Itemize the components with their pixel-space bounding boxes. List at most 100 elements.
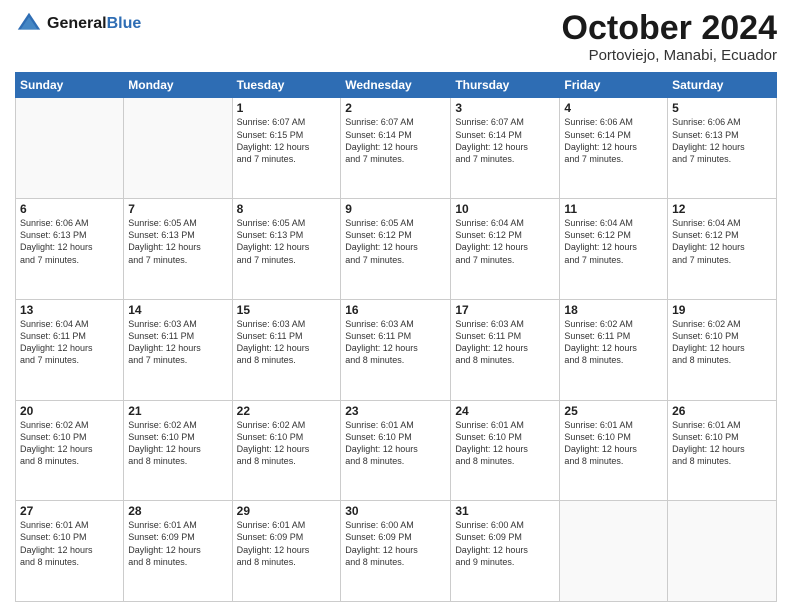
cell-info: Sunrise: 6:02 AM Sunset: 6:10 PM Dayligh… [237,419,337,468]
calendar-cell: 16Sunrise: 6:03 AM Sunset: 6:11 PM Dayli… [341,299,451,400]
calendar-cell: 12Sunrise: 6:04 AM Sunset: 6:12 PM Dayli… [668,199,777,300]
calendar-cell [124,98,232,199]
calendar-cell [560,501,668,602]
calendar-week-2: 6Sunrise: 6:06 AM Sunset: 6:13 PM Daylig… [16,199,777,300]
calendar-cell: 31Sunrise: 6:00 AM Sunset: 6:09 PM Dayli… [451,501,560,602]
cell-info: Sunrise: 6:01 AM Sunset: 6:09 PM Dayligh… [128,519,227,568]
calendar-cell: 20Sunrise: 6:02 AM Sunset: 6:10 PM Dayli… [16,400,124,501]
day-number: 19 [672,303,772,317]
calendar-cell: 4Sunrise: 6:06 AM Sunset: 6:14 PM Daylig… [560,98,668,199]
cell-info: Sunrise: 6:07 AM Sunset: 6:14 PM Dayligh… [455,116,555,165]
calendar-cell: 14Sunrise: 6:03 AM Sunset: 6:11 PM Dayli… [124,299,232,400]
cell-info: Sunrise: 6:05 AM Sunset: 6:12 PM Dayligh… [345,217,446,266]
calendar-cell: 18Sunrise: 6:02 AM Sunset: 6:11 PM Dayli… [560,299,668,400]
calendar-header-thursday: Thursday [451,73,560,98]
cell-info: Sunrise: 6:04 AM Sunset: 6:12 PM Dayligh… [672,217,772,266]
day-number: 3 [455,101,555,115]
calendar-header-sunday: Sunday [16,73,124,98]
day-number: 11 [564,202,663,216]
calendar-cell: 30Sunrise: 6:00 AM Sunset: 6:09 PM Dayli… [341,501,451,602]
day-number: 12 [672,202,772,216]
day-number: 7 [128,202,227,216]
calendar-cell: 23Sunrise: 6:01 AM Sunset: 6:10 PM Dayli… [341,400,451,501]
calendar-cell: 1Sunrise: 6:07 AM Sunset: 6:15 PM Daylig… [232,98,341,199]
logo-text: GeneralBlue [47,15,141,33]
cell-info: Sunrise: 6:00 AM Sunset: 6:09 PM Dayligh… [345,519,446,568]
day-number: 4 [564,101,663,115]
day-number: 15 [237,303,337,317]
page: GeneralBlue October 2024 Portoviejo, Man… [0,0,792,612]
day-number: 31 [455,504,555,518]
calendar-header-row: SundayMondayTuesdayWednesdayThursdayFrid… [16,73,777,98]
calendar-week-4: 20Sunrise: 6:02 AM Sunset: 6:10 PM Dayli… [16,400,777,501]
calendar-cell: 17Sunrise: 6:03 AM Sunset: 6:11 PM Dayli… [451,299,560,400]
cell-info: Sunrise: 6:02 AM Sunset: 6:11 PM Dayligh… [564,318,663,367]
cell-info: Sunrise: 6:04 AM Sunset: 6:12 PM Dayligh… [564,217,663,266]
calendar-header-saturday: Saturday [668,73,777,98]
day-number: 24 [455,404,555,418]
calendar-cell: 5Sunrise: 6:06 AM Sunset: 6:13 PM Daylig… [668,98,777,199]
cell-info: Sunrise: 6:01 AM Sunset: 6:10 PM Dayligh… [564,419,663,468]
cell-info: Sunrise: 6:04 AM Sunset: 6:12 PM Dayligh… [455,217,555,266]
cell-info: Sunrise: 6:01 AM Sunset: 6:09 PM Dayligh… [237,519,337,568]
day-number: 8 [237,202,337,216]
day-number: 27 [20,504,119,518]
calendar-week-1: 1Sunrise: 6:07 AM Sunset: 6:15 PM Daylig… [16,98,777,199]
cell-info: Sunrise: 6:06 AM Sunset: 6:14 PM Dayligh… [564,116,663,165]
calendar-cell: 10Sunrise: 6:04 AM Sunset: 6:12 PM Dayli… [451,199,560,300]
calendar-cell: 15Sunrise: 6:03 AM Sunset: 6:11 PM Dayli… [232,299,341,400]
logo-icon [15,10,43,38]
day-number: 18 [564,303,663,317]
cell-info: Sunrise: 6:02 AM Sunset: 6:10 PM Dayligh… [128,419,227,468]
day-number: 22 [237,404,337,418]
title-block: October 2024 Portoviejo, Manabi, Ecuador [562,10,777,64]
day-number: 16 [345,303,446,317]
calendar-cell: 6Sunrise: 6:06 AM Sunset: 6:13 PM Daylig… [16,199,124,300]
calendar-cell: 8Sunrise: 6:05 AM Sunset: 6:13 PM Daylig… [232,199,341,300]
subtitle: Portoviejo, Manabi, Ecuador [562,47,777,64]
cell-info: Sunrise: 6:07 AM Sunset: 6:15 PM Dayligh… [237,116,337,165]
day-number: 30 [345,504,446,518]
cell-info: Sunrise: 6:01 AM Sunset: 6:10 PM Dayligh… [345,419,446,468]
cell-info: Sunrise: 6:01 AM Sunset: 6:10 PM Dayligh… [455,419,555,468]
day-number: 13 [20,303,119,317]
day-number: 2 [345,101,446,115]
calendar-table: SundayMondayTuesdayWednesdayThursdayFrid… [15,72,777,602]
calendar-week-3: 13Sunrise: 6:04 AM Sunset: 6:11 PM Dayli… [16,299,777,400]
cell-info: Sunrise: 6:01 AM Sunset: 6:10 PM Dayligh… [20,519,119,568]
day-number: 1 [237,101,337,115]
calendar-cell: 2Sunrise: 6:07 AM Sunset: 6:14 PM Daylig… [341,98,451,199]
calendar-cell: 25Sunrise: 6:01 AM Sunset: 6:10 PM Dayli… [560,400,668,501]
cell-info: Sunrise: 6:06 AM Sunset: 6:13 PM Dayligh… [20,217,119,266]
calendar-cell: 26Sunrise: 6:01 AM Sunset: 6:10 PM Dayli… [668,400,777,501]
calendar-cell: 19Sunrise: 6:02 AM Sunset: 6:10 PM Dayli… [668,299,777,400]
day-number: 10 [455,202,555,216]
cell-info: Sunrise: 6:07 AM Sunset: 6:14 PM Dayligh… [345,116,446,165]
calendar-cell: 7Sunrise: 6:05 AM Sunset: 6:13 PM Daylig… [124,199,232,300]
calendar-cell [16,98,124,199]
cell-info: Sunrise: 6:03 AM Sunset: 6:11 PM Dayligh… [455,318,555,367]
cell-info: Sunrise: 6:03 AM Sunset: 6:11 PM Dayligh… [128,318,227,367]
calendar-cell: 21Sunrise: 6:02 AM Sunset: 6:10 PM Dayli… [124,400,232,501]
calendar-cell: 9Sunrise: 6:05 AM Sunset: 6:12 PM Daylig… [341,199,451,300]
day-number: 23 [345,404,446,418]
calendar-week-5: 27Sunrise: 6:01 AM Sunset: 6:10 PM Dayli… [16,501,777,602]
day-number: 25 [564,404,663,418]
calendar-cell: 13Sunrise: 6:04 AM Sunset: 6:11 PM Dayli… [16,299,124,400]
day-number: 29 [237,504,337,518]
calendar-header-friday: Friday [560,73,668,98]
calendar-header-monday: Monday [124,73,232,98]
day-number: 26 [672,404,772,418]
day-number: 5 [672,101,772,115]
calendar-cell: 24Sunrise: 6:01 AM Sunset: 6:10 PM Dayli… [451,400,560,501]
logo: GeneralBlue [15,10,141,38]
calendar-cell: 27Sunrise: 6:01 AM Sunset: 6:10 PM Dayli… [16,501,124,602]
day-number: 21 [128,404,227,418]
calendar-cell: 22Sunrise: 6:02 AM Sunset: 6:10 PM Dayli… [232,400,341,501]
calendar-cell [668,501,777,602]
calendar-cell: 28Sunrise: 6:01 AM Sunset: 6:09 PM Dayli… [124,501,232,602]
cell-info: Sunrise: 6:02 AM Sunset: 6:10 PM Dayligh… [672,318,772,367]
cell-info: Sunrise: 6:01 AM Sunset: 6:10 PM Dayligh… [672,419,772,468]
day-number: 6 [20,202,119,216]
cell-info: Sunrise: 6:03 AM Sunset: 6:11 PM Dayligh… [345,318,446,367]
